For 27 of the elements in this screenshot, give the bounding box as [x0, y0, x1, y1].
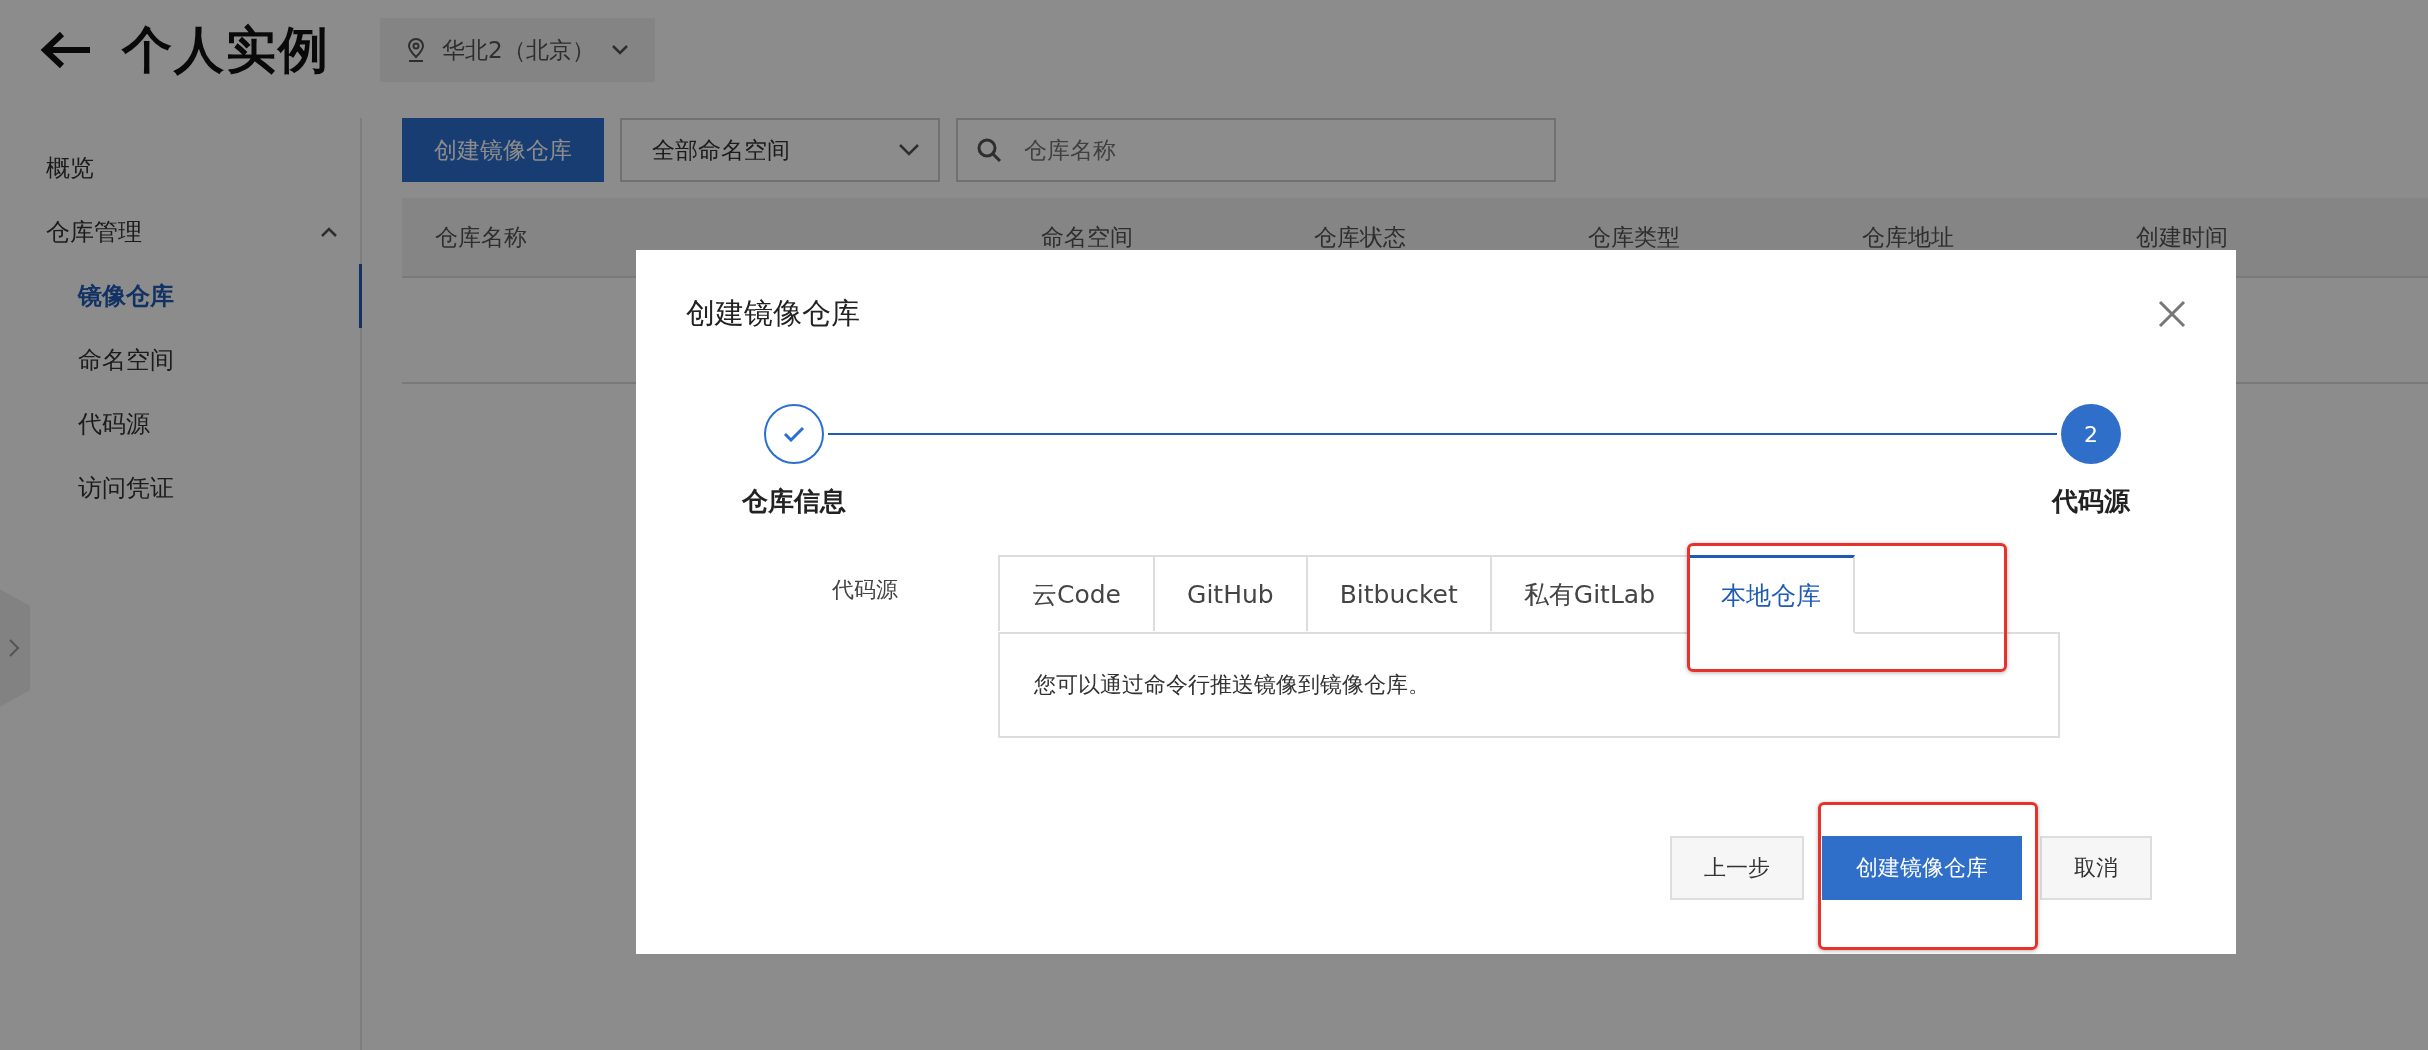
sidebar-item[interactable]: 访问凭证 [0, 456, 362, 520]
column-header: 命名空间 [1041, 222, 1134, 252]
source-tab[interactable]: 云Code [998, 555, 1155, 631]
column-header: 创建时间 [2136, 222, 2229, 252]
dialog-title: 创建镜像仓库 [686, 295, 860, 332]
sidebar-item[interactable]: 概览 [0, 136, 362, 200]
sidebar-item[interactable]: 命名空间 [0, 328, 362, 392]
column-header: 仓库地址 [1862, 222, 1955, 252]
tab-panel-text: 您可以通过命令行推送镜像到镜像仓库。 [998, 634, 2060, 738]
dialog-button[interactable]: 取消 [2040, 836, 2152, 900]
field-label: 代码源 [831, 576, 899, 604]
sidebar-item[interactable]: 仓库管理 [0, 200, 362, 264]
create-button[interactable]: 创建镜像仓库 [1822, 836, 2022, 900]
column-header: 仓库名称 [435, 222, 528, 252]
sidebar-item[interactable]: 代码源 [0, 392, 362, 456]
dialog-button[interactable]: 上一步 [1670, 836, 1804, 900]
sidebar-item[interactable]: 镜像仓库 [0, 264, 362, 328]
column-header: 仓库状态 [1314, 222, 1407, 252]
step-label: 仓库信息 [742, 485, 846, 518]
namespace-select[interactable]: 全部命名空间 [620, 118, 940, 182]
column-header: 仓库类型 [1588, 222, 1681, 252]
step-label: 代码源 [2052, 485, 2130, 518]
search-field[interactable]: 仓库名称 [956, 118, 1556, 182]
step-number: 2 [2061, 404, 2121, 464]
create-repository-button[interactable]: 创建镜像仓库 [402, 118, 604, 182]
region-select[interactable]: 华北2（北京） [380, 18, 655, 82]
page-title: 个人实例 [122, 19, 330, 81]
